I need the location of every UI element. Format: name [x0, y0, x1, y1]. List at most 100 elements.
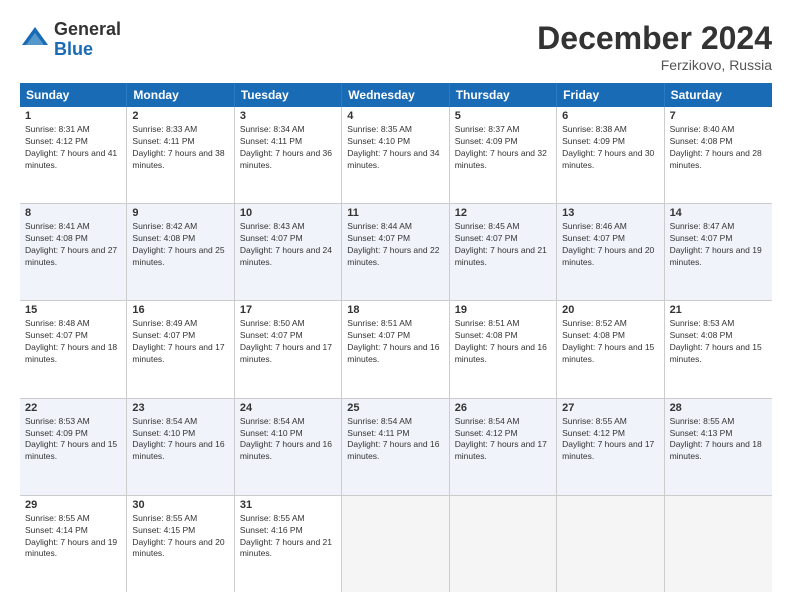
- day-number: 31: [240, 499, 336, 511]
- day-number: 16: [132, 304, 228, 316]
- day-cell-19: 19 Sunrise: 8:51 AMSunset: 4:08 PMDayligh…: [450, 301, 557, 397]
- day-number: 25: [347, 402, 443, 414]
- day-number: 14: [670, 207, 767, 219]
- day-number: 5: [455, 110, 551, 122]
- month-title: December 2024: [537, 20, 772, 57]
- header-day-wednesday: Wednesday: [342, 83, 449, 107]
- logo-blue: Blue: [54, 40, 121, 60]
- day-number: 27: [562, 402, 658, 414]
- day-info: Sunrise: 8:55 AMSunset: 4:15 PMDaylight:…: [132, 513, 228, 561]
- logo-text: General Blue: [54, 20, 121, 60]
- day-info: Sunrise: 8:45 AMSunset: 4:07 PMDaylight:…: [455, 221, 551, 269]
- day-info: Sunrise: 8:46 AMSunset: 4:07 PMDaylight:…: [562, 221, 658, 269]
- calendar-body: 1Sunrise: 8:31 AMSunset: 4:12 PMDaylight…: [20, 107, 772, 592]
- day-cell-11: 11Sunrise: 8:44 AMSunset: 4:07 PMDayligh…: [342, 204, 449, 300]
- day-cell-7: 7 Sunrise: 8:40 AMSunset: 4:08 PMDaylight…: [665, 107, 772, 203]
- day-cell-23: 23 Sunrise: 8:54 AMSunset: 4:10 PMDayligh…: [127, 399, 234, 495]
- day-cell-13: 13Sunrise: 8:46 AMSunset: 4:07 PMDayligh…: [557, 204, 664, 300]
- day-number: 19: [455, 304, 551, 316]
- day-info: Sunrise: 8:55 AMSunset: 4:14 PMDaylight:…: [25, 513, 121, 561]
- header-day-friday: Friday: [557, 83, 664, 107]
- logo-general: General: [54, 20, 121, 40]
- day-cell-14: 14Sunrise: 8:47 AMSunset: 4:07 PMDayligh…: [665, 204, 772, 300]
- empty-cell: [450, 496, 557, 592]
- day-cell-16: 16Sunrise: 8:49 AMSunset: 4:07 PMDayligh…: [127, 301, 234, 397]
- day-number: 9: [132, 207, 228, 219]
- day-number: 4: [347, 110, 443, 122]
- day-cell-29: 29Sunrise: 8:55 AMSunset: 4:14 PMDayligh…: [20, 496, 127, 592]
- day-number: 10: [240, 207, 336, 219]
- empty-cell: [342, 496, 449, 592]
- day-number: 7: [670, 110, 767, 122]
- day-cell-17: 17 Sunrise: 8:50 AMSunset: 4:07 PMDayligh…: [235, 301, 342, 397]
- day-cell-2: 2 Sunrise: 8:33 AMSunset: 4:11 PMDaylight…: [127, 107, 234, 203]
- day-cell-20: 20Sunrise: 8:52 AMSunset: 4:08 PMDayligh…: [557, 301, 664, 397]
- day-number: 22: [25, 402, 121, 414]
- day-info: Sunrise: 8:51 AMSunset: 4:07 PMDaylight:…: [347, 318, 443, 366]
- day-cell-30: 30 Sunrise: 8:55 AMSunset: 4:15 PMDayligh…: [127, 496, 234, 592]
- day-info: Sunrise: 8:40 AMSunset: 4:08 PMDaylight:…: [670, 124, 767, 172]
- day-info: Sunrise: 8:53 AMSunset: 4:08 PMDaylight:…: [670, 318, 767, 366]
- day-info: Sunrise: 8:55 AMSunset: 4:12 PMDaylight:…: [562, 416, 658, 464]
- day-number: 21: [670, 304, 767, 316]
- day-cell-1: 1Sunrise: 8:31 AMSunset: 4:12 PMDaylight…: [20, 107, 127, 203]
- calendar: SundayMondayTuesdayWednesdayThursdayFrid…: [20, 83, 772, 592]
- empty-cell: [557, 496, 664, 592]
- header-day-thursday: Thursday: [450, 83, 557, 107]
- day-info: Sunrise: 8:33 AMSunset: 4:11 PMDaylight:…: [132, 124, 228, 172]
- day-number: 20: [562, 304, 658, 316]
- day-cell-22: 22Sunrise: 8:53 AMSunset: 4:09 PMDayligh…: [20, 399, 127, 495]
- calendar-row-2: 8 Sunrise: 8:41 AMSunset: 4:08 PMDaylight…: [20, 204, 772, 301]
- day-number: 8: [25, 207, 121, 219]
- day-cell-28: 28 Sunrise: 8:55 AMSunset: 4:13 PMDayligh…: [665, 399, 772, 495]
- day-info: Sunrise: 8:44 AMSunset: 4:07 PMDaylight:…: [347, 221, 443, 269]
- day-info: Sunrise: 8:48 AMSunset: 4:07 PMDaylight:…: [25, 318, 121, 366]
- day-info: Sunrise: 8:51 AMSunset: 4:08 PMDaylight:…: [455, 318, 551, 366]
- day-cell-12: 12 Sunrise: 8:45 AMSunset: 4:07 PMDayligh…: [450, 204, 557, 300]
- day-info: Sunrise: 8:38 AMSunset: 4:09 PMDaylight:…: [562, 124, 658, 172]
- page-header: General Blue December 2024 Ferzikovo, Ru…: [20, 20, 772, 73]
- day-info: Sunrise: 8:55 AMSunset: 4:13 PMDaylight:…: [670, 416, 767, 464]
- day-number: 15: [25, 304, 121, 316]
- calendar-row-5: 29Sunrise: 8:55 AMSunset: 4:14 PMDayligh…: [20, 496, 772, 592]
- day-number: 18: [347, 304, 443, 316]
- day-cell-9: 9Sunrise: 8:42 AMSunset: 4:08 PMDaylight…: [127, 204, 234, 300]
- day-info: Sunrise: 8:43 AMSunset: 4:07 PMDaylight:…: [240, 221, 336, 269]
- day-info: Sunrise: 8:34 AMSunset: 4:11 PMDaylight:…: [240, 124, 336, 172]
- day-number: 2: [132, 110, 228, 122]
- day-number: 3: [240, 110, 336, 122]
- day-info: Sunrise: 8:55 AMSunset: 4:16 PMDaylight:…: [240, 513, 336, 561]
- day-cell-6: 6 Sunrise: 8:38 AMSunset: 4:09 PMDaylight…: [557, 107, 664, 203]
- day-number: 6: [562, 110, 658, 122]
- header-day-sunday: Sunday: [20, 83, 127, 107]
- day-cell-5: 5Sunrise: 8:37 AMSunset: 4:09 PMDaylight…: [450, 107, 557, 203]
- day-cell-26: 26Sunrise: 8:54 AMSunset: 4:12 PMDayligh…: [450, 399, 557, 495]
- day-number: 1: [25, 110, 121, 122]
- day-number: 28: [670, 402, 767, 414]
- day-cell-27: 27 Sunrise: 8:55 AMSunset: 4:12 PMDayligh…: [557, 399, 664, 495]
- empty-cell: [665, 496, 772, 592]
- day-info: Sunrise: 8:54 AMSunset: 4:10 PMDaylight:…: [240, 416, 336, 464]
- day-info: Sunrise: 8:54 AMSunset: 4:10 PMDaylight:…: [132, 416, 228, 464]
- day-number: 24: [240, 402, 336, 414]
- calendar-page: General Blue December 2024 Ferzikovo, Ru…: [0, 0, 792, 612]
- day-cell-24: 24 Sunrise: 8:54 AMSunset: 4:10 PMDayligh…: [235, 399, 342, 495]
- day-number: 12: [455, 207, 551, 219]
- day-cell-10: 10 Sunrise: 8:43 AMSunset: 4:07 PMDayligh…: [235, 204, 342, 300]
- day-cell-21: 21 Sunrise: 8:53 AMSunset: 4:08 PMDayligh…: [665, 301, 772, 397]
- calendar-row-1: 1Sunrise: 8:31 AMSunset: 4:12 PMDaylight…: [20, 107, 772, 204]
- day-info: Sunrise: 8:41 AMSunset: 4:08 PMDaylight:…: [25, 221, 121, 269]
- day-number: 23: [132, 402, 228, 414]
- day-info: Sunrise: 8:54 AMSunset: 4:11 PMDaylight:…: [347, 416, 443, 464]
- day-cell-8: 8 Sunrise: 8:41 AMSunset: 4:08 PMDaylight…: [20, 204, 127, 300]
- day-number: 30: [132, 499, 228, 511]
- header-day-monday: Monday: [127, 83, 234, 107]
- day-cell-18: 18 Sunrise: 8:51 AMSunset: 4:07 PMDayligh…: [342, 301, 449, 397]
- logo-icon: [20, 25, 50, 55]
- header-day-saturday: Saturday: [665, 83, 772, 107]
- calendar-header: SundayMondayTuesdayWednesdayThursdayFrid…: [20, 83, 772, 107]
- day-info: Sunrise: 8:50 AMSunset: 4:07 PMDaylight:…: [240, 318, 336, 366]
- location: Ferzikovo, Russia: [537, 57, 772, 73]
- calendar-row-3: 15 Sunrise: 8:48 AMSunset: 4:07 PMDayligh…: [20, 301, 772, 398]
- day-number: 17: [240, 304, 336, 316]
